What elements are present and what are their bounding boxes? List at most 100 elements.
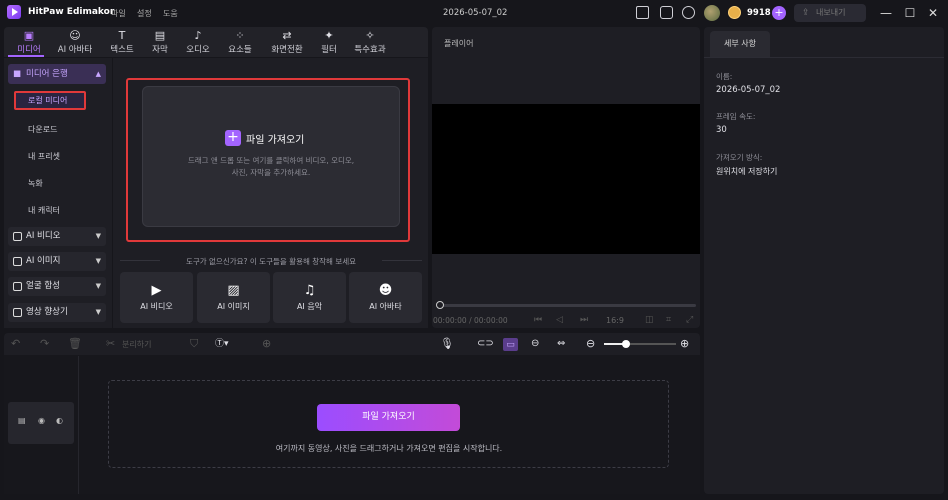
split-track-icon[interactable]: ⊖ bbox=[531, 337, 539, 351]
tool-card-ai-video[interactable]: ▶ AI 비디오 bbox=[120, 272, 193, 323]
zoom-in-icon[interactable]: ⊕ bbox=[680, 337, 689, 351]
tool-card-ai-image[interactable]: ▨ AI 이미지 bbox=[197, 272, 270, 323]
credits-count: 9918 bbox=[747, 8, 771, 18]
name-label: 이름: bbox=[716, 72, 733, 81]
media-icon: ▣ bbox=[23, 29, 35, 42]
timecode: 00:00:00 / 00:00:00 bbox=[433, 316, 508, 325]
tab-ai-avatar[interactable]: ☺ AI 아바타 bbox=[52, 27, 98, 57]
snapshot-icon[interactable]: ◫ bbox=[645, 315, 654, 325]
track-visibility-icon[interactable]: ◉ bbox=[38, 416, 45, 425]
sidebar-category-ai-image[interactable]: AI 이미지 ▼ bbox=[8, 252, 106, 271]
transition-icon: ⇄ bbox=[282, 29, 292, 42]
tools-title: 도구가 없으신가요? 이 도구들을 활용해 창작해 보세요 bbox=[160, 256, 382, 267]
fps-value: 30 bbox=[716, 125, 727, 135]
face-swap-icon bbox=[13, 282, 22, 291]
chevron-down-icon: ▼ bbox=[95, 232, 101, 240]
tool-card-ai-avatar[interactable]: ☻ AI 아바타 bbox=[349, 272, 422, 323]
delete-icon[interactable]: 🗑 bbox=[68, 337, 82, 351]
aspect-ratio[interactable]: 16:9 bbox=[606, 316, 624, 325]
split-label[interactable]: 분리하기 bbox=[122, 339, 151, 350]
track-header: ▤ ◉ ◐ bbox=[8, 402, 74, 444]
chevron-down-icon: ▼ bbox=[95, 308, 101, 316]
sidebar-item-characters[interactable]: 내 캐릭터 bbox=[28, 205, 60, 216]
effects-icon: ✧ bbox=[365, 29, 375, 42]
tool-card-ai-music[interactable]: ♫ AI 음악 bbox=[273, 272, 346, 323]
zoom-out-icon[interactable]: ⊖ bbox=[586, 337, 595, 351]
chevron-up-icon: ▲ bbox=[95, 70, 101, 78]
fullscreen-icon[interactable]: ⤢ bbox=[686, 315, 693, 325]
sidebar-category-face-swap[interactable]: 얼굴 합성 ▼ bbox=[8, 277, 106, 296]
import-method-value: 원위치에 저장하기 bbox=[716, 167, 778, 176]
play-icon[interactable]: ◁ bbox=[556, 315, 563, 325]
playback-scrubber[interactable] bbox=[438, 304, 696, 307]
sidebar-item-local-media[interactable]: 로컬 미디어 bbox=[14, 91, 86, 110]
ai-video-icon bbox=[13, 232, 22, 241]
avatar-icon: ☺ bbox=[69, 29, 81, 42]
undo-icon[interactable]: ↶ bbox=[11, 337, 20, 351]
timeline-import-button[interactable]: 파일 가져오기 bbox=[317, 404, 460, 431]
scissors-icon[interactable]: ✂ bbox=[106, 337, 115, 351]
feature-tabs: ▣ 미디어 ☺ AI 아바타 T 텍스트 ▤ 자막 ♪ 오디오 ⁘ 요소들 ⇄ 화면전환 ✦ 필… bbox=[4, 27, 428, 57]
text-tool-icon[interactable]: Ⓣ▾ bbox=[215, 337, 229, 351]
zoom-slider-handle[interactable] bbox=[622, 340, 630, 348]
crop-icon[interactable]: ⌗ bbox=[666, 315, 671, 325]
microphone-icon[interactable]: 🎙 bbox=[440, 337, 454, 351]
tab-media[interactable]: ▣ 미디어 bbox=[8, 27, 50, 57]
timeline-hint: 여기까지 동영상, 사진을 드래그하거나 가져오면 편집을 시작합니다. bbox=[275, 444, 503, 453]
sidebar-category-enhancer[interactable]: 영상 향상기 ▼ bbox=[8, 303, 106, 322]
import-files-label[interactable]: 파일 가져오기 bbox=[246, 131, 304, 146]
export-button[interactable]: ⇪ 내보내기 bbox=[794, 4, 866, 22]
add-media-icon[interactable]: ⊕ bbox=[262, 337, 271, 351]
export-icon: ⇪ bbox=[802, 8, 810, 18]
video-preview[interactable] bbox=[432, 104, 700, 254]
tab-details[interactable]: 세부 사항 bbox=[710, 31, 770, 57]
next-frame-icon[interactable]: ⏭ bbox=[580, 315, 588, 325]
feedback-icon[interactable] bbox=[660, 6, 673, 19]
track-header-divider bbox=[78, 356, 79, 494]
tab-text[interactable]: T 텍스트 bbox=[104, 27, 140, 57]
app-name: HitPaw Edimakor bbox=[28, 7, 115, 17]
audio-icon: ♪ bbox=[194, 29, 202, 42]
chevron-down-icon: ▼ bbox=[95, 282, 101, 290]
track-mute-icon[interactable]: ◐ bbox=[56, 416, 63, 425]
maximize-icon[interactable]: ☐ bbox=[903, 6, 917, 20]
magnet-icon[interactable]: ▭ bbox=[503, 338, 518, 351]
layout-icon[interactable] bbox=[636, 6, 649, 19]
ai-image-icon bbox=[13, 257, 22, 266]
coin-icon bbox=[728, 6, 741, 19]
ai-image-icon: ▨ bbox=[227, 283, 240, 298]
text-icon: T bbox=[118, 29, 126, 42]
media-bank-header[interactable]: ■ 미디어 은행 ▲ bbox=[8, 64, 106, 84]
ai-music-icon: ♫ bbox=[303, 283, 316, 298]
track-lock-icon[interactable]: ▤ bbox=[18, 416, 26, 425]
scrubber-handle[interactable] bbox=[436, 301, 444, 309]
sidebar-category-ai-video[interactable]: AI 비디오 ▼ bbox=[8, 227, 106, 246]
avatar[interactable] bbox=[704, 5, 720, 21]
menu-help[interactable]: 도움 bbox=[163, 8, 178, 19]
minimize-icon[interactable]: — bbox=[879, 6, 893, 20]
plus-icon[interactable]: + bbox=[225, 130, 241, 146]
tab-effects[interactable]: ✧ 특수효과 bbox=[348, 27, 392, 57]
tab-subtitle[interactable]: ▤ 자막 bbox=[144, 27, 176, 57]
close-icon[interactable]: ✕ bbox=[926, 6, 940, 20]
sidebar-item-presets[interactable]: 내 프리셋 bbox=[28, 151, 60, 162]
prev-frame-icon[interactable]: ⏮ bbox=[534, 315, 542, 325]
app-window: HitPaw Edimakor 파일 설정 도움 2026-05-07_02 9… bbox=[0, 0, 948, 500]
subtitle-icon: ▤ bbox=[154, 29, 166, 42]
fit-icon[interactable]: ⇔ bbox=[557, 337, 565, 351]
link-icon[interactable]: ⊂⊃ bbox=[477, 337, 494, 351]
tab-elements[interactable]: ⁘ 요소들 bbox=[222, 27, 258, 57]
details-panel bbox=[704, 27, 944, 494]
redo-icon[interactable]: ↷ bbox=[40, 337, 49, 351]
tab-filter[interactable]: ✦ 필터 bbox=[314, 27, 344, 57]
menu-settings[interactable]: 설정 bbox=[137, 8, 152, 19]
player-label: 플레이어 bbox=[444, 39, 474, 48]
add-credits-button[interactable]: + bbox=[772, 6, 786, 20]
tab-audio[interactable]: ♪ 오디오 bbox=[180, 27, 216, 57]
menu-file[interactable]: 파일 bbox=[111, 8, 126, 19]
tab-transition[interactable]: ⇄ 화면전환 bbox=[264, 27, 310, 57]
download-icon[interactable] bbox=[682, 6, 695, 19]
shield-icon[interactable]: ⛉ bbox=[190, 337, 198, 351]
sidebar-item-downloads[interactable]: 다운로드 bbox=[28, 124, 57, 135]
sidebar-item-recordings[interactable]: 녹화 bbox=[28, 178, 43, 189]
